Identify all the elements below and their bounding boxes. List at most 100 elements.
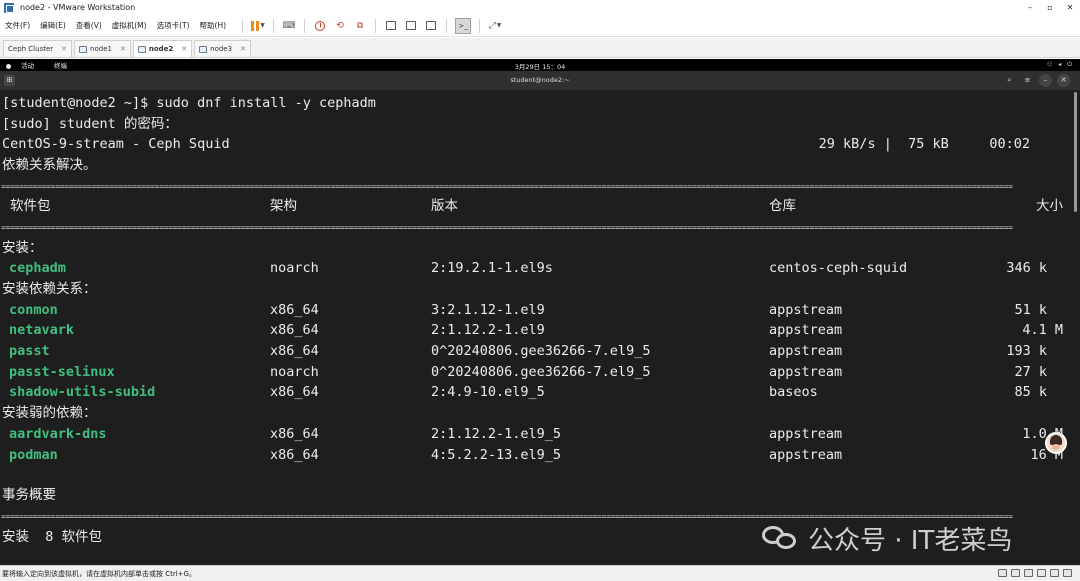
maximize-window-button[interactable]: ▫ [1040,0,1060,15]
gnome-top-bar: 活动 终端 3月29日 15：04 ⚇ ◂ ⏻ [0,59,1080,71]
terminal-scrollbar[interactable] [1074,92,1077,212]
tab-node1[interactable]: node1 ✕ [74,40,131,57]
menu-file[interactable]: 文件(F) [0,15,35,37]
author-avatar [1045,432,1067,454]
manage-snapshots-icon: ⧉ [356,20,364,31]
package-name: cephadm [9,260,66,276]
sound-icon[interactable] [1050,569,1059,577]
package-name: passt [9,343,50,359]
package-arch: x86_64 [270,426,319,442]
system-tray[interactable]: ⚇ ◂ ⏻ [1047,61,1072,69]
toolbar-divider [273,18,275,33]
package-version: 3:2.1.12-1.el9 [431,302,545,318]
package-repo: appstream [769,447,843,463]
package-name: shadow-utils-subid [9,384,156,400]
tab-ceph-cluster[interactable]: Ceph Cluster ✕ [3,40,73,57]
menu-view[interactable]: 查看(V) [71,15,107,37]
close-icon[interactable]: ✕ [181,45,187,53]
close-icon[interactable]: ✕ [120,45,126,53]
activities-button[interactable]: 活动 [6,60,44,70]
send-ctrl-alt-del-button[interactable]: ⌨ [282,18,296,34]
section-title: 安装： [2,240,43,256]
stretch-icon: ⤢ [488,20,496,31]
package-repo: baseos [769,384,818,400]
usb-icon[interactable] [1037,569,1046,577]
menu-vm[interactable]: 虚拟机(M) [107,15,152,37]
watermark-text: 公众号 · IT老菜鸟 [808,525,1013,556]
terminal-title: student@node2:~ [510,76,570,84]
toolbar-divider [446,18,448,33]
minimize-button[interactable]: – [1039,74,1052,87]
close-icon[interactable]: ✕ [240,45,246,53]
package-arch: noarch [270,364,319,380]
fullscreen-icon [386,21,397,30]
pause-button[interactable]: ▼ [251,18,265,34]
status-bar: 要将输入定向到该虚拟机，请在虚拟机内部单击或按 Ctrl+G。 [0,565,1080,581]
vmware-title-bar: node2 - VMware Workstation – ▫ ✕ [0,0,1080,15]
minimize-window-button[interactable]: – [1020,0,1040,15]
revert-snapshot-button[interactable]: ⟲ [333,18,347,34]
unity-button[interactable] [404,18,418,34]
package-arch: noarch [270,260,319,276]
package-arch: x86_64 [270,447,319,463]
menu-button[interactable]: ≡ [1021,74,1034,87]
sudo-prompt: [sudo] student 的密码： [2,116,178,132]
snapshot-icon [315,20,326,31]
minimize-icon: – [1043,76,1048,84]
column-header-repo: 仓库 [769,198,796,214]
vm-tab-bar: Ceph Cluster ✕ node1 ✕ node2 ✕ node3 ✕ [0,38,1080,58]
menu-icon: ≡ [1024,76,1031,84]
fullscreen-button[interactable] [384,18,398,34]
summary-install-count: 安装 8 软件包 [2,529,103,545]
close-icon[interactable]: ✕ [61,45,67,53]
vm-icon [79,45,88,53]
library-icon [426,21,437,30]
gnome-clock: 3月29日 15：04 [514,63,566,71]
search-icon: ⌕ [1007,76,1012,84]
app-menu-terminal[interactable]: 终端 [54,60,67,70]
package-repo: centos-ceph-squid [769,260,908,276]
unity-icon [406,21,417,30]
pause-icon [251,20,260,31]
menu-tabs[interactable]: 选项卡(T) [152,15,195,37]
snapshot-button[interactable] [313,18,327,34]
package-size: 51 k [1014,302,1047,318]
toolbar-divider [304,18,306,33]
display-icon[interactable] [1063,569,1072,577]
manage-snapshots-button[interactable]: ⧉ [353,18,367,34]
toolbar-divider [375,18,377,33]
stretch-guest-button[interactable]: ⤢ ▼ [488,18,502,34]
network-adapter-icon[interactable] [1024,569,1033,577]
tab-node2[interactable]: node2 ✕ [132,40,193,57]
deps-resolved: 依赖关系解决。 [2,157,97,173]
toolbar-divider [242,18,244,33]
volume-icon: ◂ [1058,61,1062,68]
package-arch: x86_64 [270,343,319,359]
revert-icon: ⟲ [336,20,344,31]
tab-label: node3 [210,45,233,53]
repo-download-stats: 29 kB/s | 75 kB 00:02 [818,136,1030,152]
activities-icon [6,63,11,69]
package-name: netavark [9,322,75,338]
cd-dvd-icon[interactable] [1011,569,1020,577]
menu-help[interactable]: 帮助(H) [195,15,232,37]
menu-edit[interactable]: 编辑(E) [35,15,71,37]
close-icon: ✕ [1060,76,1067,84]
section-title: 安装弱的依赖： [2,405,97,421]
package-version: 0^20240806.gee36266-7.el9_5 [431,364,651,380]
close-button[interactable]: ✕ [1057,74,1070,87]
status-hint: 要将输入定向到该虚拟机，请在虚拟机内部单击或按 Ctrl+G。 [2,569,196,578]
library-button[interactable] [424,18,438,34]
repo-name: CentOS-9-stream - Ceph Squid [2,136,230,152]
search-button[interactable]: ⌕ [1003,74,1016,87]
tab-label: node1 [90,45,112,53]
tab-node3[interactable]: node3 ✕ [194,40,251,57]
chevron-down-icon: ▼ [260,22,265,29]
hard-disk-icon[interactable] [998,569,1007,577]
transaction-summary-title: 事务概要 [2,487,56,503]
column-header-arch: 架构 [270,198,297,214]
close-window-button[interactable]: ✕ [1060,0,1080,15]
package-name: aardvark-dns [9,426,107,442]
terminal-output[interactable]: [student@node2 ~]$ sudo dnf install -y c… [0,90,1080,565]
console-view-button[interactable]: >_ [455,17,472,34]
